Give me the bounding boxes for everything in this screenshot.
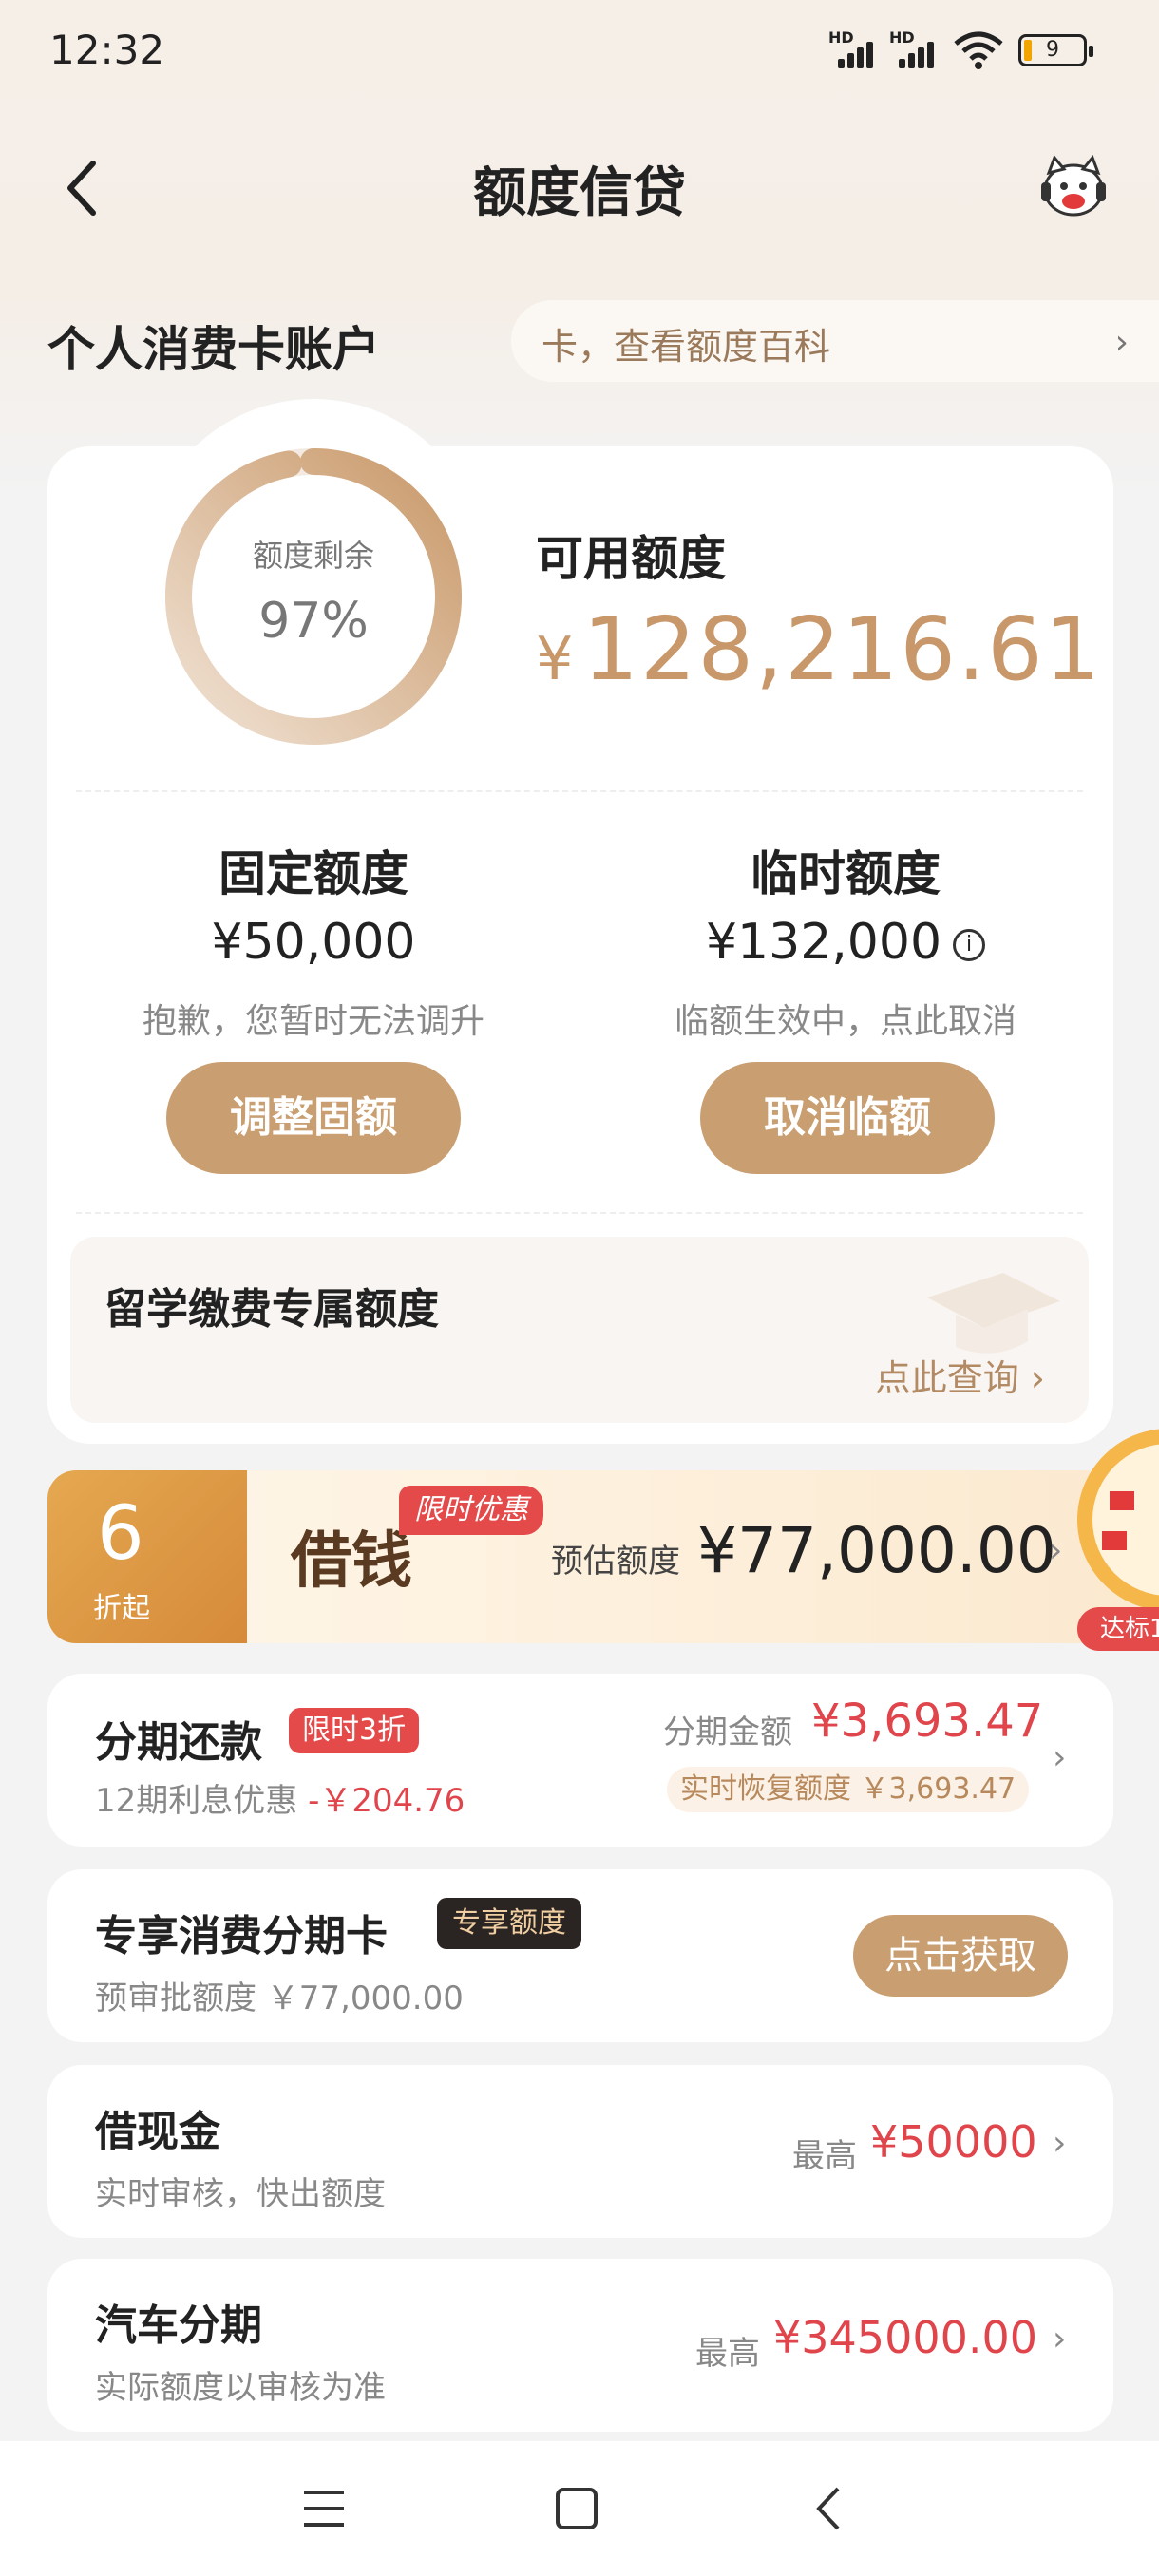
discount-sub: 折起 [93, 1592, 150, 1625]
temp-limit-title: 临时额度 [750, 846, 940, 901]
recover-limit-pill: 实时恢复额度 ￥3,693.47 [667, 1767, 1030, 1812]
limited-offer-tag: 限时优惠 [399, 1486, 543, 1535]
discount-block: 6 折起 [48, 1470, 247, 1643]
available-label: 可用额度 [536, 531, 726, 586]
borrow-title: 借钱 [291, 1525, 412, 1597]
battery-level: 9 [1046, 38, 1059, 62]
system-nav-bar [0, 2441, 1159, 2576]
temp-limit-amount-row: ¥132,000 i [580, 914, 1112, 971]
study-query-link[interactable]: 点此查询 › [875, 1349, 1045, 1401]
installment-sub-row: 12期利息优惠 -￥204.76 [95, 1774, 465, 1821]
installment-discount: -￥204.76 [308, 1782, 466, 1820]
exclusive-badge: 专享额度 [437, 1898, 581, 1949]
ring-label: 额度剩余 [252, 538, 374, 574]
estimated-amount: ¥77,000.00 [697, 1514, 1056, 1587]
ticker-text: 卡，查看额度百科 [542, 326, 831, 368]
car-title: 汽车分期 [95, 2301, 262, 2350]
study-abroad-card[interactable]: 留学缴费专属额度 点此查询 › [70, 1237, 1089, 1423]
home-icon[interactable] [555, 2487, 598, 2530]
chevron-right-icon: › [1053, 2124, 1067, 2163]
encyclopedia-ticker[interactable]: 卡，查看额度百科 › [511, 300, 1159, 382]
fixed-limit-amount: ¥50,000 [211, 914, 416, 971]
car-prefix: 最高 [695, 2335, 760, 2373]
temp-limit-amount: ¥132,000 [705, 914, 942, 971]
mascot-icon[interactable] [1036, 152, 1112, 224]
study-abroad-title: 留学缴费专属额度 [104, 1285, 439, 1334]
temp-limit-note: 临额生效中，点此取消 [674, 1002, 1016, 1041]
divider [76, 790, 1083, 792]
divider [76, 1212, 1083, 1214]
exclusive-sub: 预审批额度 ￥77,000.00 [95, 1979, 464, 2017]
exclusive-title: 专享消费分期卡 [95, 1912, 388, 1960]
cancel-temp-button[interactable]: 取消临额 [700, 1062, 995, 1174]
car-amount: ¥345000.00 [773, 2312, 1038, 2363]
cash-amount: ¥50000 [870, 2116, 1037, 2168]
fixed-limit-title: 固定额度 [218, 846, 408, 901]
status-time: 12:32 [49, 27, 165, 73]
installment-card[interactable]: 分期还款 限时3折 12期利息优惠 -￥204.76 分期金额 ¥3,693.4… [48, 1674, 1113, 1847]
status-bar: 12:32 HD HD 9 [0, 0, 1159, 99]
wheel-tag: 达标1 [1077, 1607, 1159, 1651]
signal-icon-2: HD [889, 28, 950, 68]
installment-amount: ¥3,693.47 [811, 1695, 1044, 1748]
menu-icon[interactable] [302, 2489, 346, 2529]
installment-badge: 限时3折 [289, 1708, 420, 1753]
available-value: 128,216.61 [582, 598, 1103, 700]
adjust-fixed-button[interactable]: 调整固额 [166, 1062, 461, 1174]
estimated-label: 预估额度 [551, 1543, 680, 1581]
installment-amount-label: 分期金额 [663, 1714, 792, 1752]
chevron-right-icon: › [1049, 1531, 1063, 1570]
fixed-limit-note: 抱歉，您暂时无法调升 [142, 1002, 484, 1041]
account-title: 个人消费卡账户 [48, 322, 380, 377]
cash-sub: 实时审核，快出额度 [95, 2175, 386, 2213]
car-loan-card[interactable]: 汽车分期 实际额度以审核为准 最高 ¥345000.00 › [48, 2259, 1113, 2432]
wifi-icon [954, 31, 1003, 69]
back-icon[interactable] [813, 2485, 842, 2532]
cash-title: 借现金 [95, 2108, 220, 2156]
chevron-right-icon: › [1053, 1738, 1067, 1777]
chevron-right-icon: › [1114, 323, 1129, 362]
installment-sub: 12期利息优惠 [95, 1782, 298, 1820]
cash-loan-card[interactable]: 借现金 实时审核，快出额度 最高 ¥50000 › [48, 2065, 1113, 2238]
lucky-wheel-icon[interactable] [1074, 1425, 1159, 1624]
discount-number: 6 [97, 1491, 144, 1577]
get-exclusive-button[interactable]: 点击获取 [853, 1915, 1068, 1997]
signal-icon: HD [828, 28, 889, 68]
cash-prefix: 最高 [792, 2137, 857, 2175]
ring-percent: 97% [258, 593, 369, 650]
car-sub: 实际额度以审核为准 [95, 2369, 386, 2407]
installment-title: 分期还款 [95, 1718, 262, 1767]
page-title: 额度信贷 [473, 162, 686, 224]
available-amount: ¥128,216.61 [536, 598, 1102, 700]
currency-symbol: ¥ [536, 624, 576, 693]
battery-icon: 9 [1018, 34, 1093, 66]
chevron-right-icon: › [1053, 2320, 1067, 2358]
info-icon[interactable]: i [953, 929, 986, 961]
